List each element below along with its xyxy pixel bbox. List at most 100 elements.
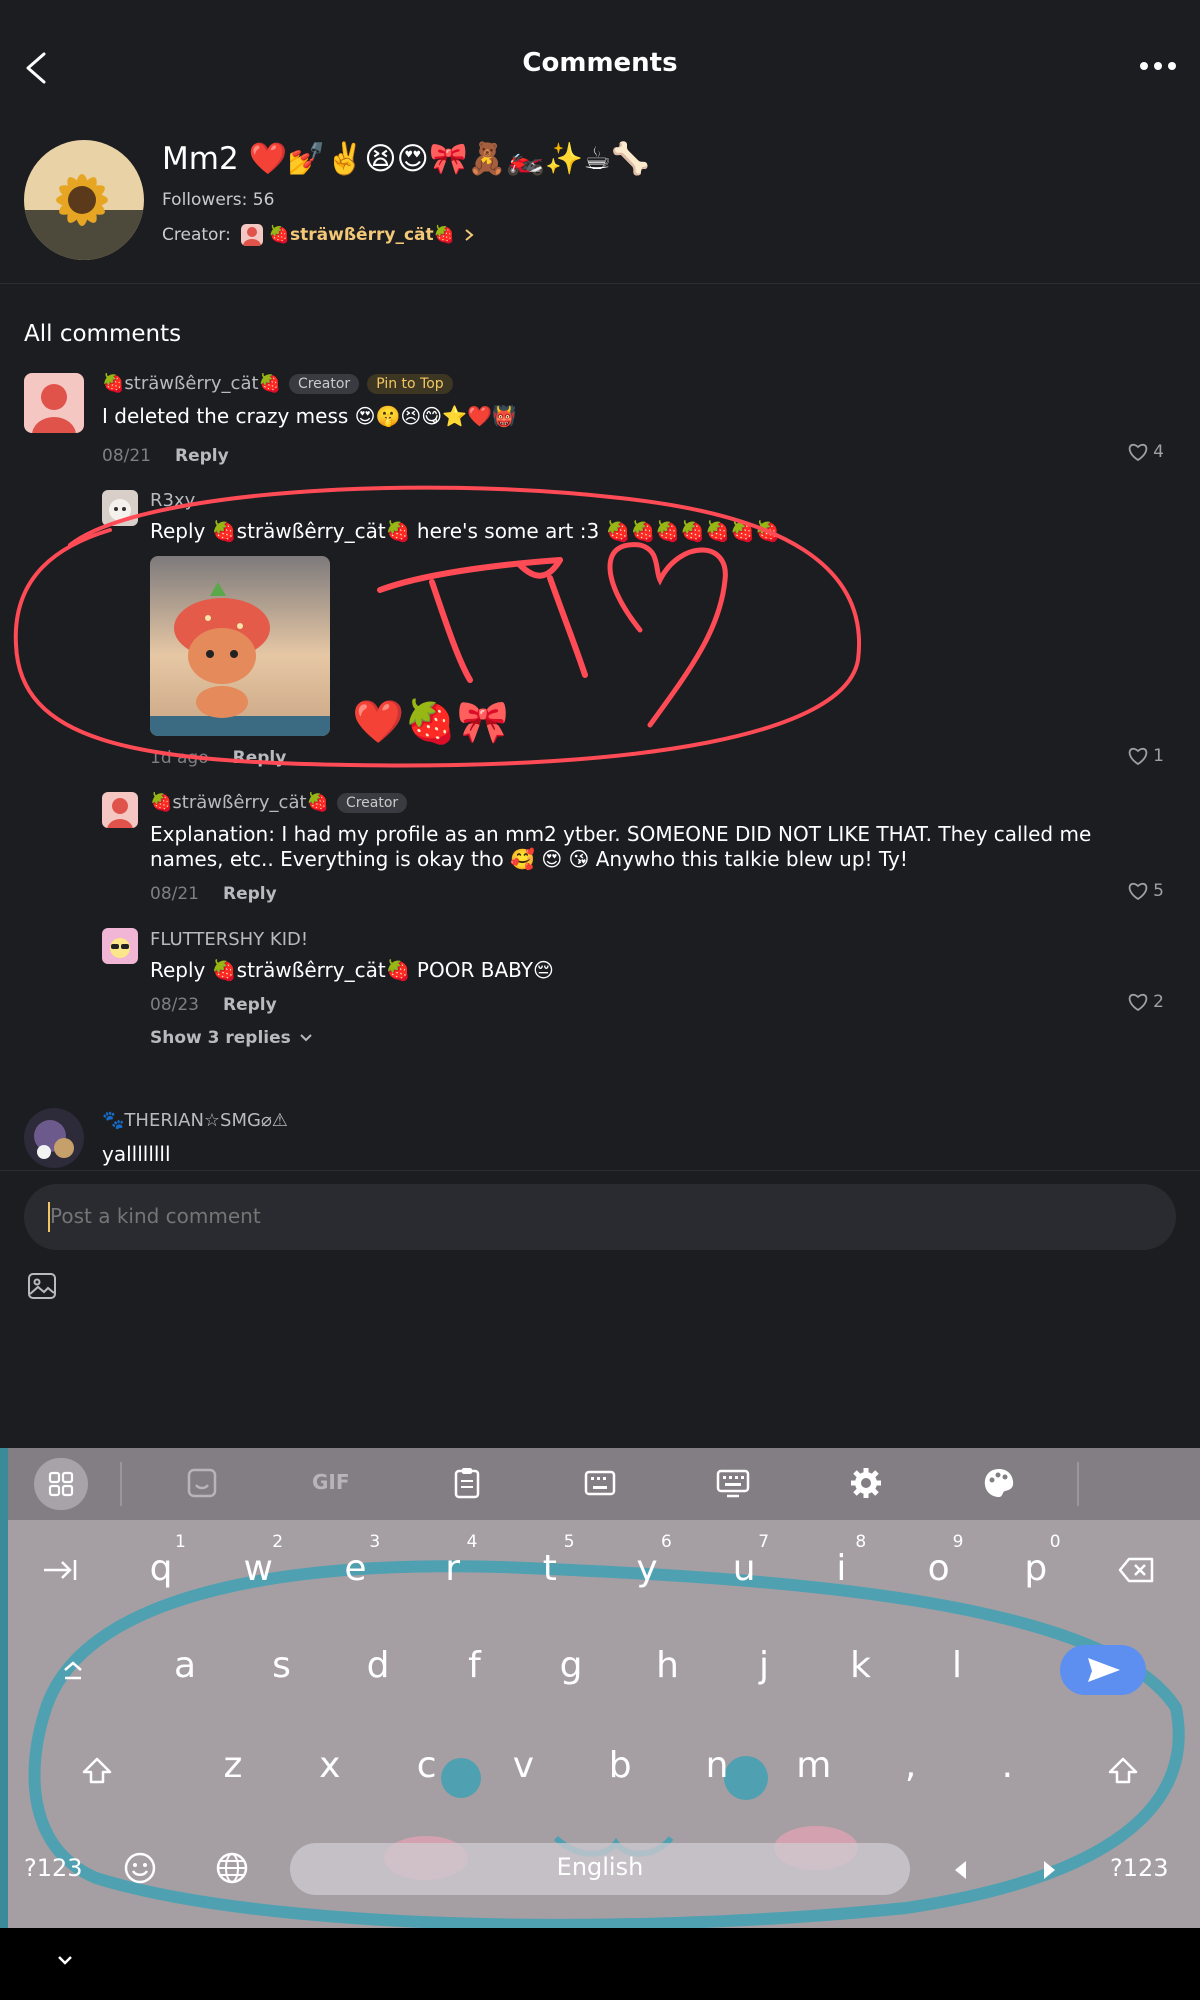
space-key-label: English [556,1853,644,1881]
key-b[interactable]: b [590,1745,650,1786]
like-button[interactable]: 5 [1127,881,1164,901]
key-comma[interactable]: , [881,1745,941,1786]
gif-button[interactable]: GIF [312,1470,350,1494]
heart-icon [1129,882,1148,901]
creator-name: 🍓sträwßêrry_cät🍓 [268,225,455,245]
comment-username[interactable]: 🐾THERIAN☆SMG⌀⚠ [102,1110,288,1131]
comment-meta: 08/21 Reply [102,446,229,466]
globe-icon[interactable] [214,1850,250,1886]
keyboard-icon[interactable] [713,1463,753,1503]
key-o[interactable]: o [909,1548,969,1589]
send-key[interactable] [1060,1645,1146,1695]
divider [0,1170,1200,1171]
palette-icon[interactable] [979,1463,1019,1503]
avatar[interactable] [102,792,138,828]
key-number-hint: 8 [855,1532,867,1552]
key-m[interactable]: m [784,1745,844,1786]
key-y[interactable]: y [617,1548,677,1589]
key-p[interactable]: p [1006,1548,1066,1589]
key-k[interactable]: k [831,1645,891,1686]
chevron-down-icon[interactable] [54,1953,76,1969]
like-count: 2 [1153,992,1164,1012]
key-l[interactable]: l [927,1645,987,1686]
emoji-icon[interactable] [122,1850,158,1886]
reply-date: 08/23 [150,995,199,1015]
heart-icon [1129,993,1148,1012]
creator-link[interactable]: Creator: 🍓sträwßêrry_cät🍓 [162,224,477,246]
key-a[interactable]: a [155,1645,215,1686]
reply-username-row: 🍓sträwßêrry_cät🍓 Creator [150,792,408,813]
like-button[interactable]: 1 [1127,746,1164,766]
key-number-hint: 1 [175,1532,186,1552]
key-period[interactable]: . [977,1745,1037,1786]
cursor-left-icon[interactable] [950,1858,972,1882]
key-number-hint: 7 [758,1532,770,1552]
creator-label: Creator: [162,225,231,245]
image-icon[interactable] [26,1270,58,1302]
toolbar-separator [1077,1462,1079,1506]
key-j[interactable]: j [734,1645,794,1686]
reply-text: Reply 🍓sträwßêrry_cät🍓 POOR BABY😔 [150,958,554,982]
key-t[interactable]: t [520,1548,580,1589]
reply-username[interactable]: FLUTTERSHY KID! [150,929,308,950]
avatar[interactable] [102,928,138,964]
keyboard-layout-icon[interactable] [580,1463,620,1503]
key-r[interactable]: r [423,1548,483,1589]
creator-badge: Creator [336,792,408,813]
settings-icon[interactable] [846,1463,886,1503]
talkie-name: Mm2 ❤️💅✌️😫😍🎀🧸🏍️✨☕🦴 [162,141,650,177]
symbols-key[interactable]: ?123 [24,1854,83,1882]
key-w[interactable]: w [228,1548,288,1589]
key-d[interactable]: d [348,1645,408,1686]
key-s[interactable]: s [252,1645,312,1686]
tab-icon[interactable] [40,1555,80,1585]
comment-username[interactable]: 🍓sträwßêrry_cät🍓 [102,373,281,394]
reply-button[interactable]: Reply [223,884,277,904]
key-q[interactable]: q [131,1548,191,1589]
shift-icon[interactable] [1106,1755,1140,1787]
key-h[interactable]: h [638,1645,698,1686]
comment-text: I deleted the crazy mess 😍🤫😣😋⭐❤️👹 [102,404,517,428]
shift-icon[interactable] [80,1755,114,1787]
collapse-keyboard-icon[interactable] [58,1658,88,1684]
avatar[interactable] [24,373,84,433]
key-i[interactable]: i [811,1548,871,1589]
reply-username[interactable]: 🍓sträwßêrry_cät🍓 [150,792,329,813]
backspace-icon[interactable] [1118,1555,1156,1585]
key-number-hint: 2 [272,1532,284,1552]
key-e[interactable]: e [325,1548,385,1589]
key-number-hint: 5 [563,1532,575,1552]
key-g[interactable]: g [541,1645,601,1686]
send-icon [1088,1658,1120,1682]
like-count: 4 [1153,442,1164,462]
like-count: 5 [1153,881,1164,901]
keyboard-edge [0,1448,8,1928]
apps-grid-icon[interactable] [34,1458,88,1510]
key-u[interactable]: u [714,1548,774,1589]
comment-input[interactable] [50,1204,1150,1228]
sticker-icon[interactable] [182,1463,222,1503]
more-icon[interactable] [1138,52,1178,80]
like-button[interactable]: 2 [1127,992,1164,1012]
talkie-avatar[interactable] [24,140,144,260]
key-number-hint: 9 [952,1532,964,1552]
key-c[interactable]: c [397,1745,457,1786]
annotation-drawing [13,485,862,768]
key-n[interactable]: n [687,1745,747,1786]
like-button[interactable]: 4 [1127,442,1164,462]
key-number-hint: 3 [369,1532,381,1552]
creator-avatar [240,224,263,246]
key-f[interactable]: f [445,1645,505,1686]
show-replies-button[interactable]: Show 3 replies [150,1028,313,1048]
reply-meta: 08/23 Reply [150,995,277,1015]
key-x[interactable]: x [300,1745,360,1786]
toolbar-separator [120,1462,122,1506]
avatar[interactable] [24,1108,84,1168]
reply-button[interactable]: Reply [175,446,229,466]
key-v[interactable]: v [493,1745,553,1786]
cursor-right-icon[interactable] [1038,1858,1060,1882]
key-z[interactable]: z [203,1745,263,1786]
clipboard-icon[interactable] [447,1463,487,1503]
reply-button[interactable]: Reply [223,995,277,1015]
symbols-key[interactable]: ?123 [1110,1854,1169,1882]
